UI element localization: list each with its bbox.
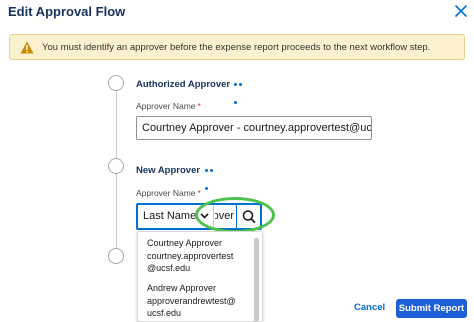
authorized-approver-title: Authorized Approver — [136, 79, 231, 90]
required-marker: * — [197, 101, 201, 111]
cancel-button[interactable]: Cancel — [354, 302, 385, 313]
suggestion-email-part2: @ucsf.edu — [147, 263, 191, 273]
required-marker: * — [197, 188, 201, 198]
dialog-header: Edit Approval Flow — [0, 0, 474, 30]
suggestion-item[interactable]: Courtney Approver courtney.approvertest … — [147, 237, 257, 275]
search-button[interactable] — [238, 205, 260, 228]
dropdown-scrollbar[interactable] — [254, 238, 259, 321]
new-approver-label: Approver Name * — [136, 188, 201, 198]
chevron-down-icon — [200, 213, 209, 219]
suggestion-name: Courtney Approver — [147, 238, 223, 248]
timeline-line — [116, 90, 117, 260]
more-icon — [234, 81, 244, 116]
step-marker-authorized — [108, 75, 124, 91]
warning-text: You must identify an approver before the… — [42, 42, 431, 53]
approver-search-box: Last Name over — [136, 203, 262, 230]
approver-suggestions-dropdown: Courtney Approver courtney.approvertest … — [137, 231, 263, 322]
warning-icon — [20, 41, 34, 54]
authorized-more-button[interactable] — [234, 81, 248, 104]
warning-banner: You must identify an approver before the… — [9, 34, 465, 60]
suggestion-name: Andrew Approver — [147, 283, 217, 293]
authorized-approver-value: Courtney Approver - courtney.approvertes… — [142, 122, 372, 134]
authorized-label-text: Approver Name — [136, 101, 196, 111]
submit-report-button[interactable]: Submit Report — [396, 299, 467, 318]
new-approver-more-button[interactable] — [205, 167, 219, 190]
approver-search-query: over — [215, 210, 234, 222]
suggestion-email-part2: ucsf.edu — [147, 308, 182, 318]
close-button[interactable] — [452, 2, 470, 20]
new-approver-title: New Approver — [136, 165, 201, 176]
suggestion-email-part1: courtney.approvertest — [147, 250, 234, 261]
suggestion-item[interactable]: Andrew Approver approverandrewtest@ ucsf… — [147, 282, 257, 320]
new-approver-label-text: Approver Name — [136, 188, 196, 198]
close-icon — [455, 5, 467, 17]
approver-search-input[interactable]: over — [215, 205, 237, 228]
step-marker-next — [108, 248, 124, 264]
authorized-approver-field[interactable]: Courtney Approver - courtney.approvertes… — [136, 116, 372, 140]
step-marker-new — [108, 158, 124, 174]
search-type-value: Last Name — [143, 210, 197, 222]
more-icon — [205, 167, 215, 202]
authorized-approver-label: Approver Name * — [136, 101, 201, 111]
dialog-title: Edit Approval Flow — [8, 4, 126, 19]
search-icon — [242, 210, 256, 224]
suggestion-email-part1: approverandrewtest@ — [147, 295, 236, 306]
search-type-select[interactable]: Last Name — [138, 205, 214, 228]
